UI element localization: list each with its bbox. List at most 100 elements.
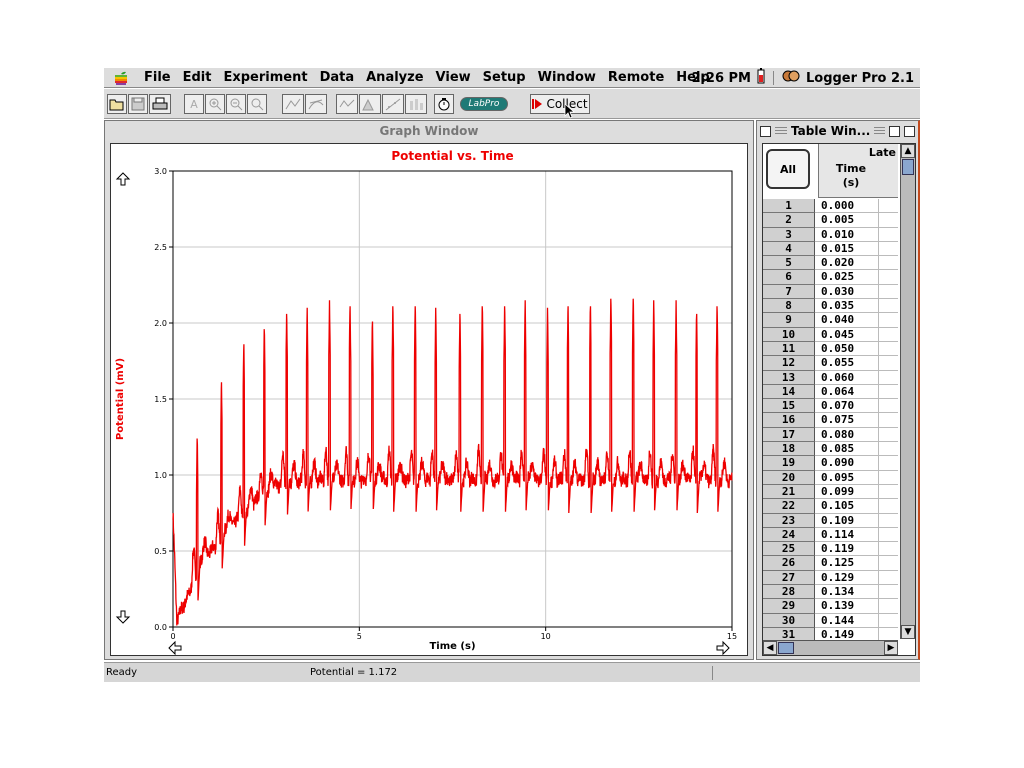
table-row[interactable]: 2 0.005 <box>763 213 898 228</box>
table-row[interactable]: 17 0.080 <box>763 427 898 443</box>
row-number[interactable]: 28 <box>763 585 815 600</box>
table-row[interactable]: 19 0.090 <box>763 456 898 471</box>
empty-cell[interactable] <box>878 256 898 271</box>
empty-cell[interactable] <box>878 370 898 385</box>
vertical-scrollbar[interactable]: ▲ ▼ <box>900 144 915 639</box>
tangent-icon[interactable] <box>305 94 327 114</box>
table-row[interactable]: 25 0.119 <box>763 542 898 557</box>
empty-cell[interactable] <box>878 556 898 571</box>
time-cell[interactable]: 0.119 <box>815 542 878 557</box>
empty-cell[interactable] <box>878 427 898 443</box>
menu-window[interactable]: Window <box>532 70 602 85</box>
table-row[interactable]: 27 0.129 <box>763 570 898 586</box>
save-icon[interactable] <box>128 94 148 114</box>
table-row[interactable]: 13 0.060 <box>763 370 898 385</box>
app-icon[interactable] <box>782 68 800 88</box>
table-row[interactable]: 12 0.055 <box>763 356 898 371</box>
examine-icon[interactable] <box>282 94 304 114</box>
time-cell[interactable]: 0.050 <box>815 341 878 357</box>
scroll-right-icon[interactable]: ▶ <box>884 641 898 655</box>
table-row[interactable]: 1 0.000 <box>763 199 898 214</box>
row-number[interactable]: 13 <box>763 370 815 385</box>
table-row[interactable]: 28 0.134 <box>763 585 898 600</box>
empty-cell[interactable] <box>878 299 898 314</box>
time-cell[interactable]: 0.070 <box>815 399 878 414</box>
empty-cell[interactable] <box>878 527 898 543</box>
empty-cell[interactable] <box>878 241 898 257</box>
graph-area[interactable]: Potential vs. Time 0.0 0.5 1.0 1.5 2.0 2.5 3.0 0… <box>110 143 748 656</box>
empty-cell[interactable] <box>878 399 898 414</box>
time-cell[interactable]: 0.025 <box>815 270 878 285</box>
open-icon[interactable] <box>107 94 127 114</box>
empty-cell[interactable] <box>878 613 898 628</box>
time-cell[interactable]: 0.125 <box>815 556 878 571</box>
time-cell[interactable]: 0.005 <box>815 213 878 228</box>
menu-data[interactable]: Data <box>314 70 361 85</box>
table-window-titlebar[interactable]: Table Win... <box>757 121 918 141</box>
row-number[interactable]: 1 <box>763 199 815 214</box>
empty-cell[interactable] <box>878 227 898 242</box>
table-row[interactable]: 30 0.144 <box>763 613 898 628</box>
zoom-in-icon[interactable] <box>205 94 225 114</box>
time-cell[interactable]: 0.055 <box>815 356 878 371</box>
empty-cell[interactable] <box>878 470 898 485</box>
close-box-icon[interactable] <box>760 125 771 137</box>
integral-icon[interactable] <box>359 94 381 114</box>
zoom-out-icon[interactable] <box>226 94 246 114</box>
row-number[interactable]: 26 <box>763 556 815 571</box>
time-cell[interactable]: 0.045 <box>815 327 878 342</box>
apple-menu-icon[interactable] <box>104 70 138 86</box>
time-cell[interactable]: 0.080 <box>815 427 878 443</box>
time-cell[interactable]: 0.035 <box>815 299 878 314</box>
empty-cell[interactable] <box>878 499 898 514</box>
table-row[interactable]: 16 0.075 <box>763 413 898 428</box>
table-row[interactable]: 7 0.030 <box>763 284 898 300</box>
x-scroll-left-icon[interactable] <box>168 640 182 655</box>
table-row[interactable]: 18 0.085 <box>763 442 898 457</box>
empty-cell[interactable] <box>878 484 898 500</box>
menu-setup[interactable]: Setup <box>477 70 532 85</box>
table-row[interactable]: 22 0.105 <box>763 499 898 514</box>
empty-cell[interactable] <box>878 327 898 342</box>
row-number[interactable]: 18 <box>763 442 815 457</box>
time-cell[interactable]: 0.139 <box>815 599 878 614</box>
row-number[interactable]: 29 <box>763 599 815 614</box>
row-number[interactable]: 21 <box>763 484 815 500</box>
menu-file[interactable]: File <box>138 70 177 85</box>
collect-button[interactable]: Collect <box>530 94 590 114</box>
table-row[interactable]: 3 0.010 <box>763 227 898 242</box>
table-row[interactable]: 6 0.025 <box>763 270 898 285</box>
row-number[interactable]: 7 <box>763 284 815 300</box>
table-row[interactable]: 26 0.125 <box>763 556 898 571</box>
menu-analyze[interactable]: Analyze <box>360 70 429 85</box>
table-row[interactable]: 8 0.035 <box>763 299 898 314</box>
vertical-scroll-thumb[interactable] <box>902 159 914 175</box>
menu-remote[interactable]: Remote <box>602 70 670 85</box>
print-icon[interactable] <box>149 94 171 114</box>
row-number[interactable]: 24 <box>763 527 815 543</box>
table-row[interactable]: 15 0.070 <box>763 399 898 414</box>
horizontal-scrollbar[interactable]: ◀ ▶ <box>763 640 898 655</box>
empty-cell[interactable] <box>878 199 898 214</box>
scroll-down-icon[interactable]: ▼ <box>901 625 915 639</box>
row-number[interactable]: 27 <box>763 570 815 586</box>
time-cell[interactable]: 0.109 <box>815 513 878 528</box>
menubar-clock[interactable]: 2:26 PM <box>692 71 751 86</box>
row-number[interactable]: 23 <box>763 513 815 528</box>
menu-view[interactable]: View <box>430 70 477 85</box>
time-cell[interactable]: 0.040 <box>815 313 878 328</box>
time-column-header[interactable]: Time (s) <box>821 162 881 190</box>
empty-cell[interactable] <box>878 213 898 228</box>
row-number[interactable]: 9 <box>763 313 815 328</box>
table-row[interactable]: 9 0.040 <box>763 313 898 328</box>
row-number[interactable]: 30 <box>763 613 815 628</box>
table-row[interactable]: 20 0.095 <box>763 470 898 485</box>
table-row[interactable]: 21 0.099 <box>763 484 898 500</box>
zoom-box-icon[interactable] <box>889 125 900 137</box>
table-row[interactable]: 14 0.064 <box>763 384 898 400</box>
row-number[interactable]: 16 <box>763 413 815 428</box>
row-number[interactable]: 10 <box>763 327 815 342</box>
empty-cell[interactable] <box>878 384 898 400</box>
table-row[interactable]: 23 0.109 <box>763 513 898 528</box>
empty-cell[interactable] <box>878 341 898 357</box>
